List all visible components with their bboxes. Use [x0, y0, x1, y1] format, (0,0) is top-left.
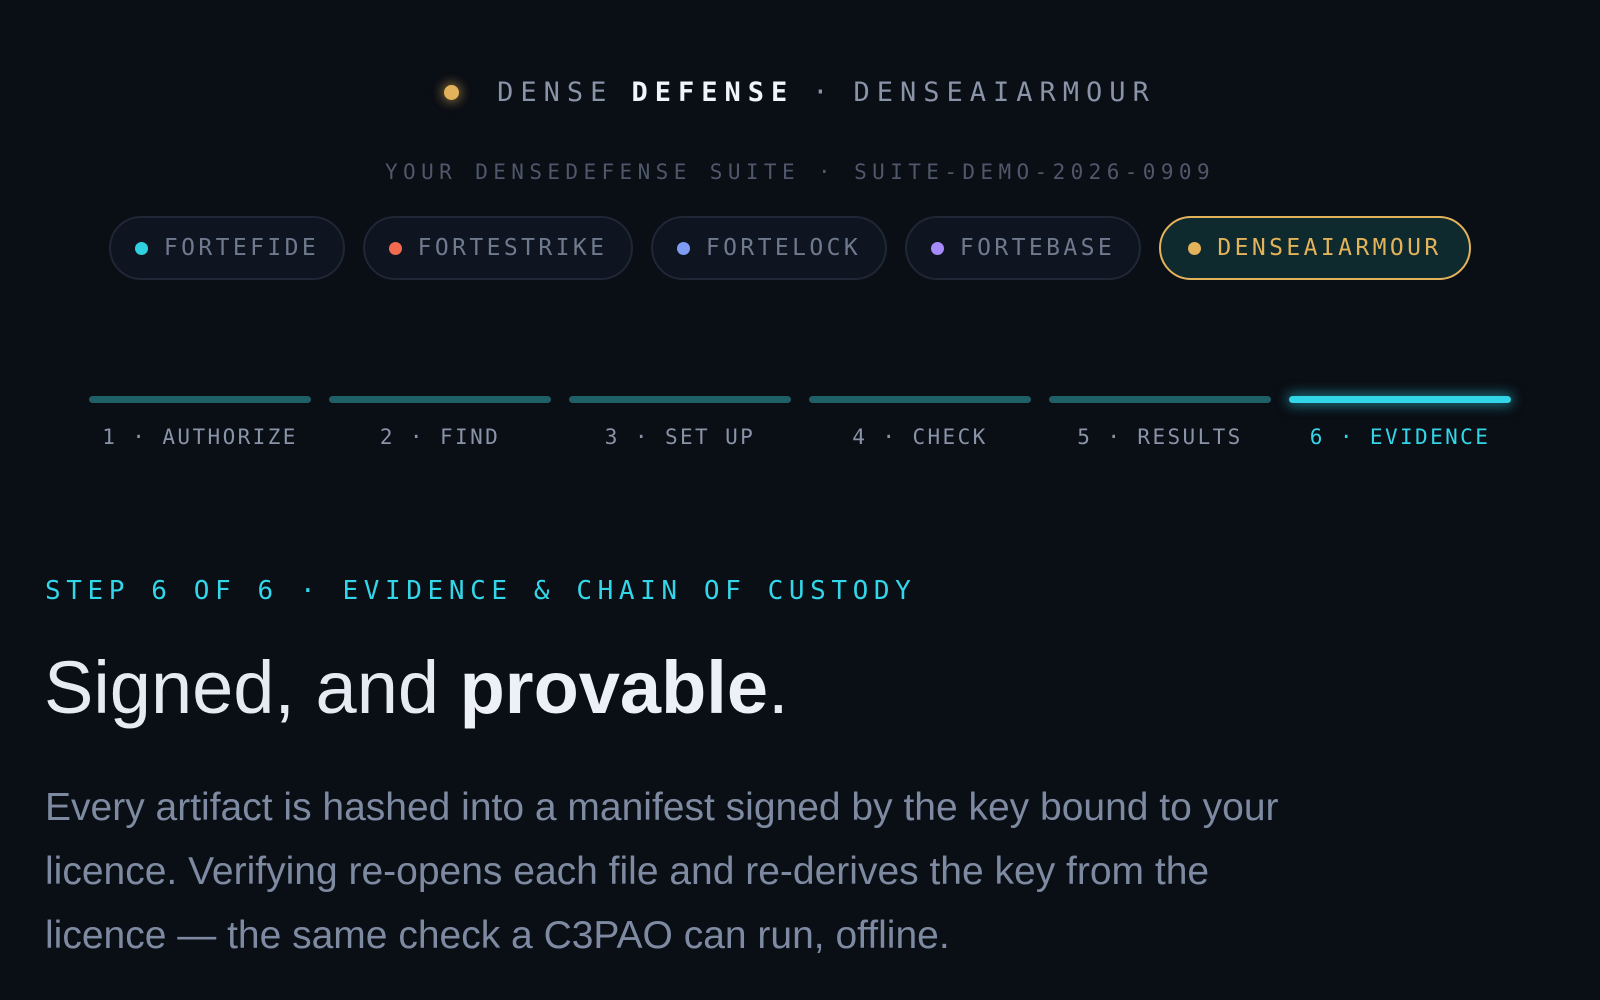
step-label: 3 · SET UP	[604, 425, 756, 449]
product-dot-icon	[388, 241, 402, 255]
step-authorize[interactable]: 1 · AUTHORIZE	[89, 396, 311, 449]
description-paragraph: Every artifact is hashed into a manifest…	[45, 786, 1279, 957]
product-pill-label: FORTESTRIKE	[417, 235, 608, 261]
product-pill-fortestrike[interactable]: FORTESTRIKE	[363, 216, 633, 280]
product-pill-label: FORTELOCK	[705, 235, 862, 261]
product-pill-fortefide[interactable]: FORTEFIDE	[109, 216, 345, 280]
product-dot-icon	[930, 241, 944, 255]
brand-name-part1: DENSE	[497, 76, 614, 108]
wizard-stepper: 1 · AUTHORIZE 2 · FIND 3 · SET UP 4 · CH…	[89, 396, 1511, 449]
headline-emphasis: provable	[459, 646, 769, 729]
step-results[interactable]: 5 · RESULTS	[1049, 396, 1271, 449]
product-dot-icon	[1188, 241, 1202, 255]
step-progress-bar	[809, 396, 1031, 403]
brand-header: DENSE DEFENSE · DENSEAIARMOUR	[0, 72, 1600, 112]
product-pill-fortelock[interactable]: FORTELOCK	[651, 216, 887, 280]
product-switcher: FORTEFIDE FORTESTRIKE FORTELOCK FORTEBAS…	[109, 216, 1471, 280]
product-pill-label: FORTEBASE	[959, 235, 1116, 261]
step-check[interactable]: 4 · CHECK	[809, 396, 1031, 449]
step-label: 2 · FIND	[379, 425, 501, 449]
product-pill-fortebase[interactable]: FORTEBASE	[905, 216, 1141, 280]
brand-product-name: DENSEAIARMOUR	[853, 76, 1156, 108]
step-eyebrow: STEP 6 OF 6 · EVIDENCE & CHAIN OF CUSTOD…	[45, 576, 917, 606]
step-label: 6 · EVIDENCE	[1309, 425, 1491, 449]
step-progress-bar	[1049, 396, 1271, 403]
step-progress-bar	[89, 396, 311, 403]
step-set-up[interactable]: 3 · SET UP	[569, 396, 791, 449]
headline-end: .	[768, 646, 789, 729]
product-dot-icon	[134, 241, 148, 255]
brand-name-part2: DEFENSE	[631, 76, 795, 108]
product-pill-label: DENSEAIARMOUR	[1217, 235, 1442, 261]
suite-identifier: YOUR DENSEDEFENSE SUITE · SUITE-DEMO-202…	[385, 160, 1215, 184]
step-label: 5 · RESULTS	[1077, 425, 1243, 449]
step-find[interactable]: 2 · FIND	[329, 396, 551, 449]
step-progress-bar	[569, 396, 791, 403]
step-label: 4 · CHECK	[852, 425, 988, 449]
brand-status-dot-icon	[444, 84, 460, 100]
step-evidence[interactable]: 6 · EVIDENCE	[1289, 396, 1511, 449]
step-label: 1 · AUTHORIZE	[102, 425, 298, 449]
product-pill-label: FORTEFIDE	[163, 235, 320, 261]
product-pill-denseaiarmour[interactable]: DENSEAIARMOUR	[1159, 216, 1471, 280]
step-progress-bar	[329, 396, 551, 403]
page-title: Signed, and provable.	[44, 640, 789, 736]
headline-start: Signed, and	[44, 646, 460, 729]
step-progress-bar	[1289, 396, 1511, 403]
brand-separator: ·	[812, 76, 836, 108]
product-dot-icon	[676, 241, 690, 255]
